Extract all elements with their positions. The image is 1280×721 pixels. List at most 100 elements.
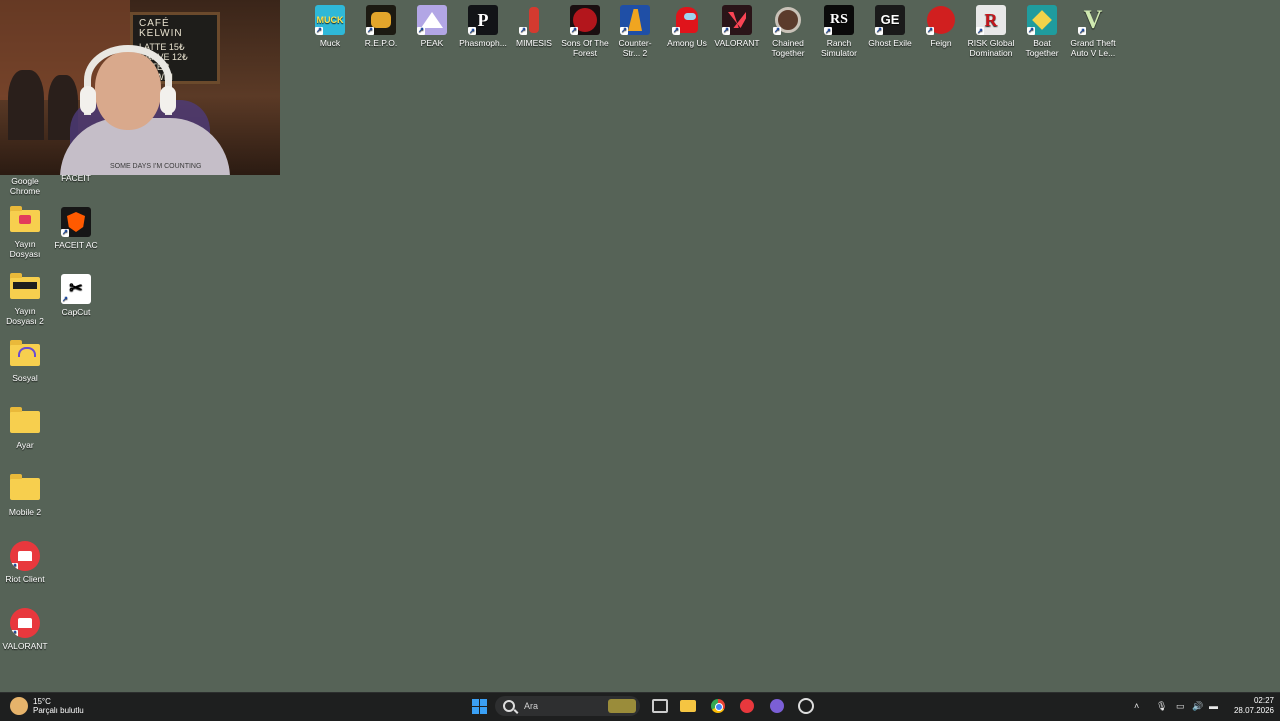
tray-network[interactable]: ▭ bbox=[1176, 692, 1185, 720]
battery-icon: ▬ bbox=[1209, 701, 1218, 711]
chained-together-icon: ↗ bbox=[773, 5, 803, 35]
taskbar-search[interactable]: Ara bbox=[495, 696, 640, 716]
headset-earcup bbox=[160, 86, 176, 114]
tray-battery[interactable]: ▬ bbox=[1209, 692, 1218, 720]
clock-time: 02:27 bbox=[1253, 696, 1274, 705]
desktop-icon-repo[interactable]: ↗ R.E.P.O. bbox=[356, 5, 406, 48]
desktop-icon-google-chrome[interactable]: Google Chrome bbox=[0, 176, 50, 196]
chrome-icon bbox=[711, 699, 725, 713]
valorant-icon bbox=[740, 699, 754, 713]
start-button[interactable] bbox=[468, 692, 490, 720]
desktop-icon-ghost-exile[interactable]: GE ↗ Ghost Exile bbox=[865, 5, 915, 48]
desktop-icon-yayin-dosyasi[interactable]: Yayın Dosyası bbox=[0, 206, 50, 259]
shortcut-arrow-icon: ↗ bbox=[10, 630, 18, 638]
desktop-icon-counter-strike-2[interactable]: ↗ Counter-Str... 2 bbox=[610, 5, 660, 58]
shortcut-arrow-icon: ↗ bbox=[620, 27, 628, 35]
phasmophobia-icon: P ↗ bbox=[468, 5, 498, 35]
desktop-icon-valorant[interactable]: ↗ VALORANT bbox=[0, 608, 50, 651]
obs-icon bbox=[798, 698, 814, 714]
shortcut-arrow-icon: ↗ bbox=[61, 229, 69, 237]
headset-earcup bbox=[80, 86, 96, 114]
desktop-icon-label: VALORANT bbox=[2, 641, 48, 651]
riot-client-icon: ↗ bbox=[10, 608, 40, 638]
desktop-icon-ayar[interactable]: Ayar bbox=[0, 407, 50, 450]
shortcut-arrow-icon: ↗ bbox=[366, 27, 374, 35]
desktop-icon-yayin-dosyasi-2[interactable]: Yayın Dosyası 2 bbox=[0, 273, 50, 326]
desktop-icon-sosyal[interactable]: Sosyal bbox=[0, 340, 50, 383]
desktop-icon-label: Mobile 2 bbox=[8, 507, 42, 517]
desktop-icon-label: Ayar bbox=[16, 440, 34, 450]
desktop-icon-label: Chained Together bbox=[771, 38, 805, 58]
desktop-icon-label: CapCut bbox=[61, 307, 91, 317]
taskbar-obs[interactable] bbox=[796, 692, 816, 720]
shortcut-arrow-icon: ↗ bbox=[315, 27, 323, 35]
desktop-icon-label: Muck bbox=[319, 38, 341, 48]
desktop-icon-faceit[interactable]: FACEIT bbox=[51, 173, 101, 183]
desktop-icon-capcut[interactable]: ✂ ↗ CapCut bbox=[51, 274, 101, 317]
desktop-icon-among-us[interactable]: ↗ Among Us bbox=[662, 5, 712, 48]
desktop-icon-valorant-top[interactable]: ↗ VALORANT bbox=[712, 5, 762, 48]
capcut-icon: ✂ ↗ bbox=[61, 274, 91, 304]
task-view-button[interactable] bbox=[650, 692, 670, 720]
desktop-icon-riot-client[interactable]: ↗ Riot Client bbox=[0, 541, 50, 584]
taskbar-clock[interactable]: 02:27 28.07.2026 bbox=[1226, 696, 1274, 716]
tray-volume[interactable]: 🔊 bbox=[1192, 692, 1203, 720]
desktop-icon-feign[interactable]: ↗ Feign bbox=[916, 5, 966, 48]
search-highlight-image bbox=[608, 699, 636, 713]
headset bbox=[84, 45, 172, 115]
board-title: CAFÉ KELWIN bbox=[139, 18, 183, 39]
file-explorer-icon bbox=[680, 700, 696, 712]
network-icon: ▭ bbox=[1176, 700, 1185, 711]
desktop-icon-label: Sons Of The Forest bbox=[561, 38, 609, 58]
shortcut-arrow-icon: ↗ bbox=[824, 27, 832, 35]
desktop-icon-label: VALORANT bbox=[714, 38, 760, 48]
riot-client-icon: ↗ bbox=[10, 541, 40, 571]
shortcut-arrow-icon: ↗ bbox=[1027, 27, 1035, 35]
shortcut-arrow-icon: ↗ bbox=[417, 27, 425, 35]
taskbar-chrome[interactable] bbox=[708, 692, 728, 720]
risk-icon: R ↗ bbox=[976, 5, 1006, 35]
folder-icon bbox=[10, 407, 40, 433]
taskbar-app[interactable] bbox=[767, 692, 787, 720]
weather-desc: Parçalı bulutlu bbox=[33, 706, 84, 715]
shortcut-arrow-icon: ↗ bbox=[722, 27, 730, 35]
desktop-icon-label: PEAK bbox=[420, 38, 444, 48]
shortcut-arrow-icon: ↗ bbox=[570, 27, 578, 35]
chevron-up-icon: ˄ bbox=[1134, 701, 1140, 711]
shortcut-arrow-icon: ↗ bbox=[10, 563, 18, 571]
tray-overflow-button[interactable]: ˄ bbox=[1134, 692, 1139, 720]
taskbar bbox=[0, 692, 1280, 721]
desktop-icon-muck[interactable]: MUCK ↗ Muck bbox=[305, 5, 355, 48]
tray-microphone[interactable]: 🎙 bbox=[1156, 692, 1167, 720]
desktop-icon-label: R.E.P.O. bbox=[364, 38, 398, 48]
desktop-icon-label: Ghost Exile bbox=[868, 38, 912, 48]
desktop-icon-label: Feign bbox=[930, 38, 952, 48]
search-placeholder: Ara bbox=[524, 701, 539, 711]
desktop-icon-mobile-2[interactable]: Mobile 2 bbox=[0, 474, 50, 517]
desktop-icon-mimesis[interactable]: ↗ MIMESIS bbox=[509, 5, 559, 48]
desktop-icon-label: Ranch Simulator bbox=[821, 38, 857, 58]
desktop-icon-risk-global-domination[interactable]: R ↗ RISK Global Domination bbox=[966, 5, 1016, 58]
desktop-icon-faceit-ac[interactable]: ↗ FACEIT AC bbox=[51, 207, 101, 250]
microphone-icon: 🎙 bbox=[1156, 700, 1168, 711]
folder-icon bbox=[10, 206, 40, 232]
desktop-icon-label: Counter-Str... 2 bbox=[618, 38, 652, 58]
taskbar-file-explorer[interactable] bbox=[678, 692, 698, 720]
desktop-icon-label: Riot Client bbox=[5, 574, 45, 584]
taskbar-valorant[interactable] bbox=[737, 692, 757, 720]
folder-icon bbox=[10, 340, 40, 366]
desktop-icon-peak[interactable]: ↗ PEAK bbox=[407, 5, 457, 48]
windows-logo-icon bbox=[471, 698, 487, 714]
desktop-icon-boat-together[interactable]: ↗ Boat Together bbox=[1017, 5, 1067, 58]
weather-icon bbox=[10, 697, 28, 715]
background-person bbox=[8, 70, 44, 140]
desktop-icon-ranch-simulator[interactable]: RS ↗ Ranch Simulator bbox=[814, 5, 864, 58]
desktop-icon-sons-of-the-forest[interactable]: ↗ Sons Of The Forest bbox=[560, 5, 610, 58]
desktop-icon-gta-v[interactable]: V ↗ Grand Theft Auto V Le... bbox=[1068, 5, 1118, 59]
weather-widget[interactable]: 15°C Parçalı bulutlu bbox=[10, 692, 100, 720]
desktop-icon-chained-together[interactable]: ↗ Chained Together bbox=[763, 5, 813, 58]
ranch-simulator-icon: RS ↗ bbox=[824, 5, 854, 35]
desktop-icon-label: Google Chrome bbox=[9, 176, 41, 196]
valorant-icon: ↗ bbox=[722, 5, 752, 35]
desktop-icon-phasmophobia[interactable]: P ↗ Phasmoph... bbox=[458, 5, 508, 48]
